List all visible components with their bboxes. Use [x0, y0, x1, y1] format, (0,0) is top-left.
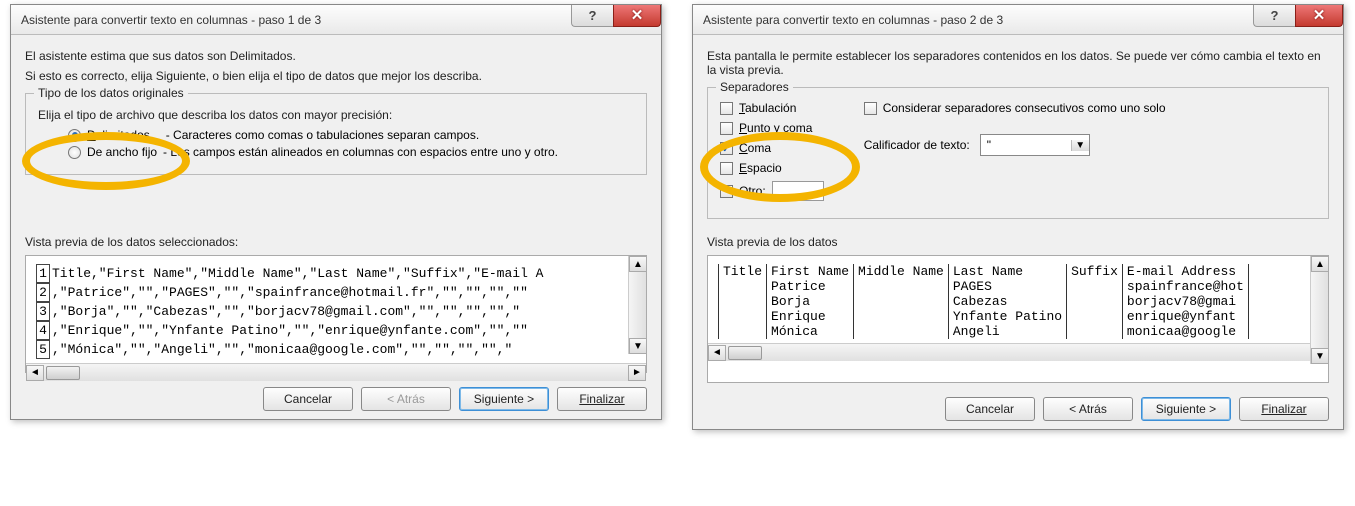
- table-row: PatricePAGESspainfrance@hot: [719, 279, 1249, 294]
- wizard-step2-dialog: Asistente para convertir texto en column…: [692, 4, 1344, 430]
- scroll-left-icon[interactable]: ◄: [708, 345, 726, 361]
- preview-label: Vista previa de los datos: [707, 235, 1329, 249]
- checkbox-space[interactable]: [720, 162, 733, 175]
- checkbox-tab[interactable]: [720, 102, 733, 115]
- checkbox-comma-label: Coma: [739, 141, 771, 155]
- group-legend: Separadores: [716, 80, 793, 94]
- scroll-right-icon[interactable]: ►: [628, 365, 646, 381]
- checkbox-space-label: Espacio: [739, 161, 782, 175]
- column-header: E-mail Address: [1122, 264, 1248, 279]
- scroll-left-icon[interactable]: ◄: [26, 365, 44, 381]
- preview-row: 3,"Borja","","Cabezas","","borjacv78@gma…: [36, 302, 636, 321]
- data-preview: TitleFirst NameMiddle NameLast NameSuffi…: [707, 255, 1329, 383]
- radio-fixed-desc: - Los campos están alineados en columnas…: [163, 145, 558, 159]
- help-icon: ?: [1271, 8, 1279, 23]
- group-legend: Tipo de los datos originales: [34, 86, 188, 100]
- preview-label: Vista previa de los datos seleccionados:: [25, 235, 647, 249]
- separators-group: Separadores Tabulación Punto y coma Coma…: [707, 87, 1329, 219]
- cancel-button[interactable]: Cancelar: [263, 387, 353, 411]
- radio-delimited[interactable]: [68, 129, 81, 142]
- preview-row: 5,"Mónica","","Angeli","","monicaa@googl…: [36, 340, 636, 359]
- dialog-title: Asistente para convertir texto en column…: [703, 13, 1003, 27]
- radio-fixed-label: De ancho fijo: [87, 145, 157, 159]
- original-data-type-group: Tipo de los datos originales Elija el ti…: [25, 93, 647, 175]
- preview-row: 1Title,"First Name","Middle Name","Last …: [36, 264, 636, 283]
- text-qualifier-label: Calificador de texto:: [864, 138, 970, 152]
- group-subtitle: Elija el tipo de archivo que describa lo…: [38, 108, 634, 122]
- checkbox-other-label: Otro:: [739, 184, 766, 198]
- scroll-thumb[interactable]: [46, 366, 80, 380]
- dialog-title: Asistente para convertir texto en column…: [21, 13, 321, 27]
- back-button: < Atrás: [361, 387, 451, 411]
- back-button[interactable]: < Atrás: [1043, 397, 1133, 421]
- wizard-step1-dialog: Asistente para convertir texto en column…: [10, 4, 662, 420]
- next-button[interactable]: Siguiente >: [459, 387, 549, 411]
- scroll-thumb[interactable]: [728, 346, 762, 360]
- chevron-down-icon: ▼: [1071, 140, 1089, 151]
- checkbox-comma[interactable]: [720, 142, 733, 155]
- table-row: EnriqueYnfante Patinoenrique@ynfant: [719, 309, 1249, 324]
- other-separator-input[interactable]: [772, 181, 824, 201]
- checkbox-consecutive-label: Considerar separadores consecutivos como…: [883, 101, 1166, 115]
- horizontal-scrollbar[interactable]: ◄ ►: [708, 343, 1328, 361]
- close-button[interactable]: ✕: [613, 5, 661, 27]
- finish-button[interactable]: Finalizar: [557, 387, 647, 411]
- radio-fixed-width[interactable]: [68, 146, 81, 159]
- intro-line-2: Si esto es correcto, elija Siguiente, o …: [25, 69, 647, 83]
- vertical-scrollbar[interactable]: ▲ ▼: [628, 256, 646, 354]
- checkbox-semicolon[interactable]: [720, 122, 733, 135]
- checkbox-consecutive[interactable]: [864, 102, 877, 115]
- help-icon: ?: [589, 8, 597, 23]
- radio-delimited-label: Delimitados: [87, 128, 150, 142]
- scroll-up-icon[interactable]: ▲: [1311, 256, 1329, 272]
- checkbox-tab-label: Tabulación: [739, 101, 796, 115]
- help-button[interactable]: ?: [1253, 5, 1295, 27]
- data-preview: 1Title,"First Name","Middle Name","Last …: [25, 255, 647, 373]
- titlebar[interactable]: Asistente para convertir texto en column…: [11, 5, 661, 35]
- scroll-down-icon[interactable]: ▼: [1311, 348, 1329, 364]
- checkbox-semicolon-label: Punto y coma: [739, 121, 812, 135]
- next-button[interactable]: Siguiente >: [1141, 397, 1231, 421]
- close-icon: ✕: [1313, 8, 1326, 23]
- close-icon: ✕: [631, 8, 644, 23]
- dropdown-value: ": [981, 138, 1071, 152]
- column-header: Last Name: [948, 264, 1066, 279]
- vertical-scrollbar[interactable]: ▲ ▼: [1310, 256, 1328, 364]
- intro-text: Esta pantalla le permite establecer los …: [707, 49, 1327, 77]
- scroll-up-icon[interactable]: ▲: [629, 256, 647, 272]
- scroll-down-icon[interactable]: ▼: [629, 338, 647, 354]
- finish-button[interactable]: Finalizar: [1239, 397, 1329, 421]
- preview-row: 2,"Patrice","","PAGES","","spainfrance@h…: [36, 283, 636, 302]
- column-header: First Name: [767, 264, 854, 279]
- column-header: Title: [719, 264, 767, 279]
- close-button[interactable]: ✕: [1295, 5, 1343, 27]
- titlebar[interactable]: Asistente para convertir texto en column…: [693, 5, 1343, 35]
- help-button[interactable]: ?: [571, 5, 613, 27]
- table-row: BorjaCabezasborjacv78@gmai: [719, 294, 1249, 309]
- radio-delimited-desc: - Caracteres como comas o tabulaciones s…: [166, 128, 479, 142]
- intro-line-1: El asistente estima que sus datos son De…: [25, 49, 647, 63]
- checkbox-other[interactable]: [720, 185, 733, 198]
- table-row: MónicaAngelimonicaa@google: [719, 324, 1249, 339]
- text-qualifier-dropdown[interactable]: " ▼: [980, 134, 1090, 156]
- horizontal-scrollbar[interactable]: ◄ ►: [26, 363, 646, 381]
- column-header: Suffix: [1067, 264, 1123, 279]
- column-header: Middle Name: [854, 264, 949, 279]
- cancel-button[interactable]: Cancelar: [945, 397, 1035, 421]
- preview-row: 4,"Enrique","","Ynfante Patino","","enri…: [36, 321, 636, 340]
